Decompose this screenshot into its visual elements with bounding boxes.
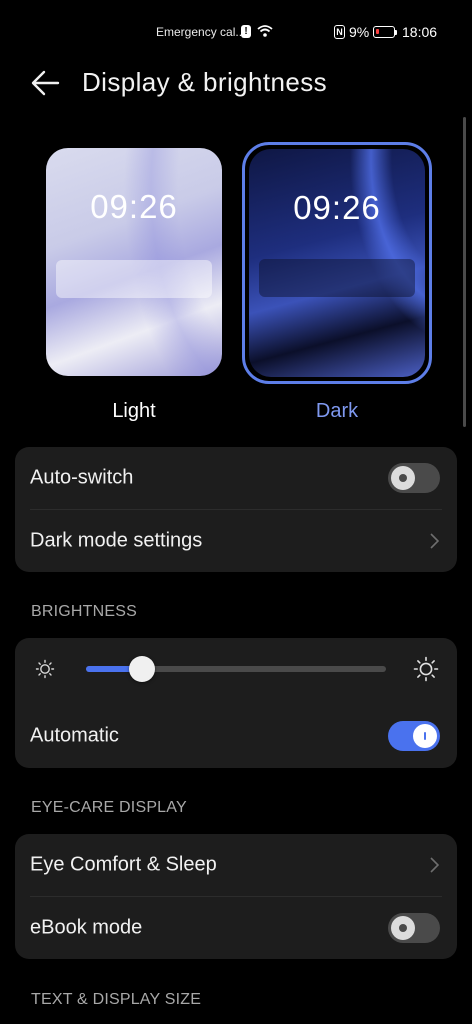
battery-tip [395,30,397,35]
battery-icon [373,26,395,38]
brightness-low-icon [35,659,55,679]
preview-clock: 09:26 [293,189,381,226]
auto-switch-label: Auto-switch [30,466,134,489]
eye-comfort-label: Eye Comfort & Sleep [30,853,217,876]
ebook-mode-label: eBook mode [30,916,143,939]
preview-clock: 09:26 [90,188,178,225]
eye-care-card: Eye Comfort & Sleep eBook mode [15,834,457,959]
automatic-brightness-toggle[interactable] [388,721,440,751]
dark-mode-settings-label: Dark mode settings [30,529,203,552]
dark-mode-card: Auto-switch Dark mode settings [15,447,457,572]
preview-notification-bar [259,259,415,297]
status-bar: Emergency cal... ! N 9% 18:06 [0,0,472,64]
brightness-slider-thumb[interactable] [128,656,155,682]
light-theme-label[interactable]: Light [46,400,222,423]
chevron-right-icon [430,533,439,549]
dark-theme-label[interactable]: Dark [249,400,425,423]
scrollbar[interactable] [463,117,466,427]
text-display-size-section-title: TEXT & DISPLAY SIZE [31,991,202,1008]
brightness-section-title: BRIGHTNESS [31,603,138,620]
back-arrow-icon[interactable] [30,69,60,97]
light-theme-preview[interactable]: 09:26 [46,148,222,376]
wifi-icon [257,25,273,37]
page-title: Display & brightness [82,67,327,97]
automatic-label: Automatic [30,724,119,747]
ebook-mode-toggle[interactable] [388,913,440,943]
ebook-mode-row[interactable]: eBook mode [15,897,457,959]
carrier-text: Emergency cal... [156,25,246,39]
battery-percent: 9% [349,24,370,40]
auto-switch-toggle[interactable] [388,463,440,493]
automatic-brightness-row[interactable]: Automatic [15,705,457,767]
eye-comfort-row[interactable]: Eye Comfort & Sleep [15,834,457,896]
status-time: 18:06 [402,24,438,40]
auto-switch-row[interactable]: Auto-switch [15,447,457,509]
nfc-icon: N [334,25,345,39]
preview-notification-bar [56,260,212,298]
dark-theme-preview[interactable]: 09:26 [249,149,425,377]
brightness-high-icon [413,656,439,682]
alert-icon: ! [241,25,251,38]
eye-care-section-title: EYE-CARE DISPLAY [31,799,187,816]
chevron-right-icon [430,857,439,873]
dark-mode-settings-row[interactable]: Dark mode settings [15,510,457,572]
